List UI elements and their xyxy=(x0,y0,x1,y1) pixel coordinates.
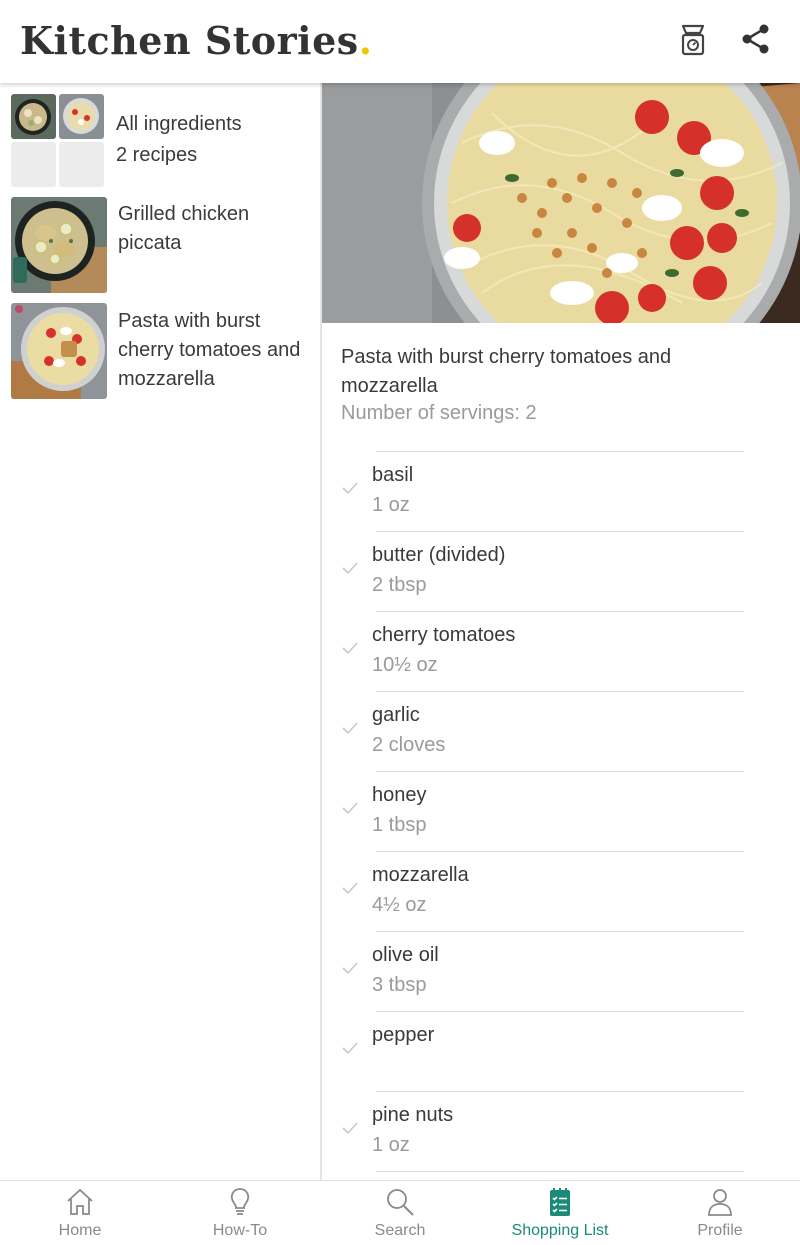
detail-recipe-title: Pasta with burst cherry tomatoes and moz… xyxy=(341,346,672,397)
checkmark-icon[interactable] xyxy=(340,718,360,738)
ingredient-name: honey xyxy=(372,784,427,806)
ingredient-name: mozzarella xyxy=(372,864,469,886)
ingredient-row[interactable]: honey 1 tbsp xyxy=(322,772,800,852)
ingredient-row[interactable]: basil 1 oz xyxy=(322,452,800,532)
nav-label: How-To xyxy=(212,1222,268,1239)
ingredient-quantity: 2 cloves xyxy=(372,734,446,756)
recipe-hero-image xyxy=(322,83,800,323)
ingredient-name: pine nuts xyxy=(372,1104,454,1126)
lightbulb-icon xyxy=(224,1186,256,1218)
recipe-item-subtitle: 2 recipes xyxy=(116,144,198,166)
ingredient-row[interactable]: butter (divided) 2 tbsp xyxy=(322,532,800,612)
ingredient-quantity: 10½ oz xyxy=(372,654,438,676)
kitchen-scale-icon[interactable] xyxy=(673,20,713,60)
recipe-item-title: Grilled chicken piccata xyxy=(118,203,250,254)
nav-label: Shopping List xyxy=(511,1222,609,1239)
recipe-item-pasta[interactable]: Pasta with burst cherry tomatoes and moz… xyxy=(0,303,320,403)
ingredient-name: garlic xyxy=(372,704,420,726)
shopping-list-icon xyxy=(544,1186,576,1218)
profile-icon xyxy=(704,1186,736,1218)
checkmark-icon[interactable] xyxy=(340,798,360,818)
search-icon xyxy=(384,1186,416,1218)
checkmark-icon[interactable] xyxy=(340,958,360,978)
nav-shopping-list[interactable]: Shopping List xyxy=(480,1181,640,1245)
ingredient-separator xyxy=(376,1171,744,1172)
app-header: Kitchen Stories. xyxy=(0,0,800,83)
collage-thumbnail xyxy=(11,94,107,190)
empty-thumb-cell xyxy=(59,142,104,187)
nav-how-to[interactable]: How-To xyxy=(160,1181,320,1245)
ingredient-quantity: 1 oz xyxy=(372,494,410,516)
nav-home[interactable]: Home xyxy=(0,1181,160,1245)
ingredient-row[interactable]: pine nuts 1 oz xyxy=(322,1092,800,1172)
bottom-navigation: Home How-To Search Shopping List Profile xyxy=(0,1180,800,1245)
checkmark-icon[interactable] xyxy=(340,1118,360,1138)
ingredient-name: butter (divided) xyxy=(372,544,506,566)
ingredient-quantity: 1 tbsp xyxy=(372,814,427,836)
ingredient-quantity: 2 tbsp xyxy=(372,574,427,596)
ingredient-row[interactable]: olive oil 3 tbsp xyxy=(322,932,800,1012)
ingredient-name: olive oil xyxy=(372,944,439,966)
checkmark-icon[interactable] xyxy=(340,1038,360,1058)
ingredient-row[interactable]: mozzarella 4½ oz xyxy=(322,852,800,932)
nav-label: Search xyxy=(374,1222,426,1239)
ingredient-row[interactable]: garlic 2 cloves xyxy=(322,692,800,772)
recipe-list-panel: All ingredients 2 recipes Grilled chicke… xyxy=(0,83,320,1180)
checkmark-icon[interactable] xyxy=(340,878,360,898)
ingredient-name: cherry tomatoes xyxy=(372,624,516,646)
pasta-thumbnail xyxy=(11,303,107,399)
ingredient-name: pepper xyxy=(372,1024,435,1046)
ingredient-row[interactable]: cherry tomatoes 10½ oz xyxy=(322,612,800,692)
checkmark-icon[interactable] xyxy=(340,478,360,498)
recipe-item-chicken-piccata[interactable]: Grilled chicken piccata xyxy=(0,197,320,297)
nav-profile[interactable]: Profile xyxy=(640,1181,800,1245)
recipe-item-title: All ingredients xyxy=(116,113,242,135)
ingredient-quantity: 3 tbsp xyxy=(372,974,427,996)
checkmark-icon[interactable] xyxy=(340,638,360,658)
chicken-thumb-mini xyxy=(11,94,56,139)
nav-label: Profile xyxy=(697,1222,743,1239)
recipe-item-all-ingredients[interactable]: All ingredients 2 recipes xyxy=(0,94,320,194)
brand-logo: Kitchen Stories. xyxy=(20,18,373,63)
ingredient-quantity: 1 oz xyxy=(372,1134,410,1156)
recipe-item-title: Pasta with burst cherry tomatoes and moz… xyxy=(118,310,301,390)
servings-count: Number of servings: 2 xyxy=(341,402,537,424)
ingredient-row[interactable]: pepper xyxy=(322,1012,800,1092)
checkmark-icon[interactable] xyxy=(340,558,360,578)
home-icon xyxy=(64,1186,96,1218)
ingredient-quantity: 4½ oz xyxy=(372,894,427,916)
nav-search[interactable]: Search xyxy=(320,1181,480,1245)
nav-label: Home xyxy=(58,1222,102,1239)
empty-thumb-cell xyxy=(11,142,56,187)
pasta-thumb-mini xyxy=(59,94,104,139)
chicken-piccata-thumbnail xyxy=(11,197,107,293)
share-icon[interactable] xyxy=(736,20,776,60)
ingredient-name: basil xyxy=(372,464,414,486)
